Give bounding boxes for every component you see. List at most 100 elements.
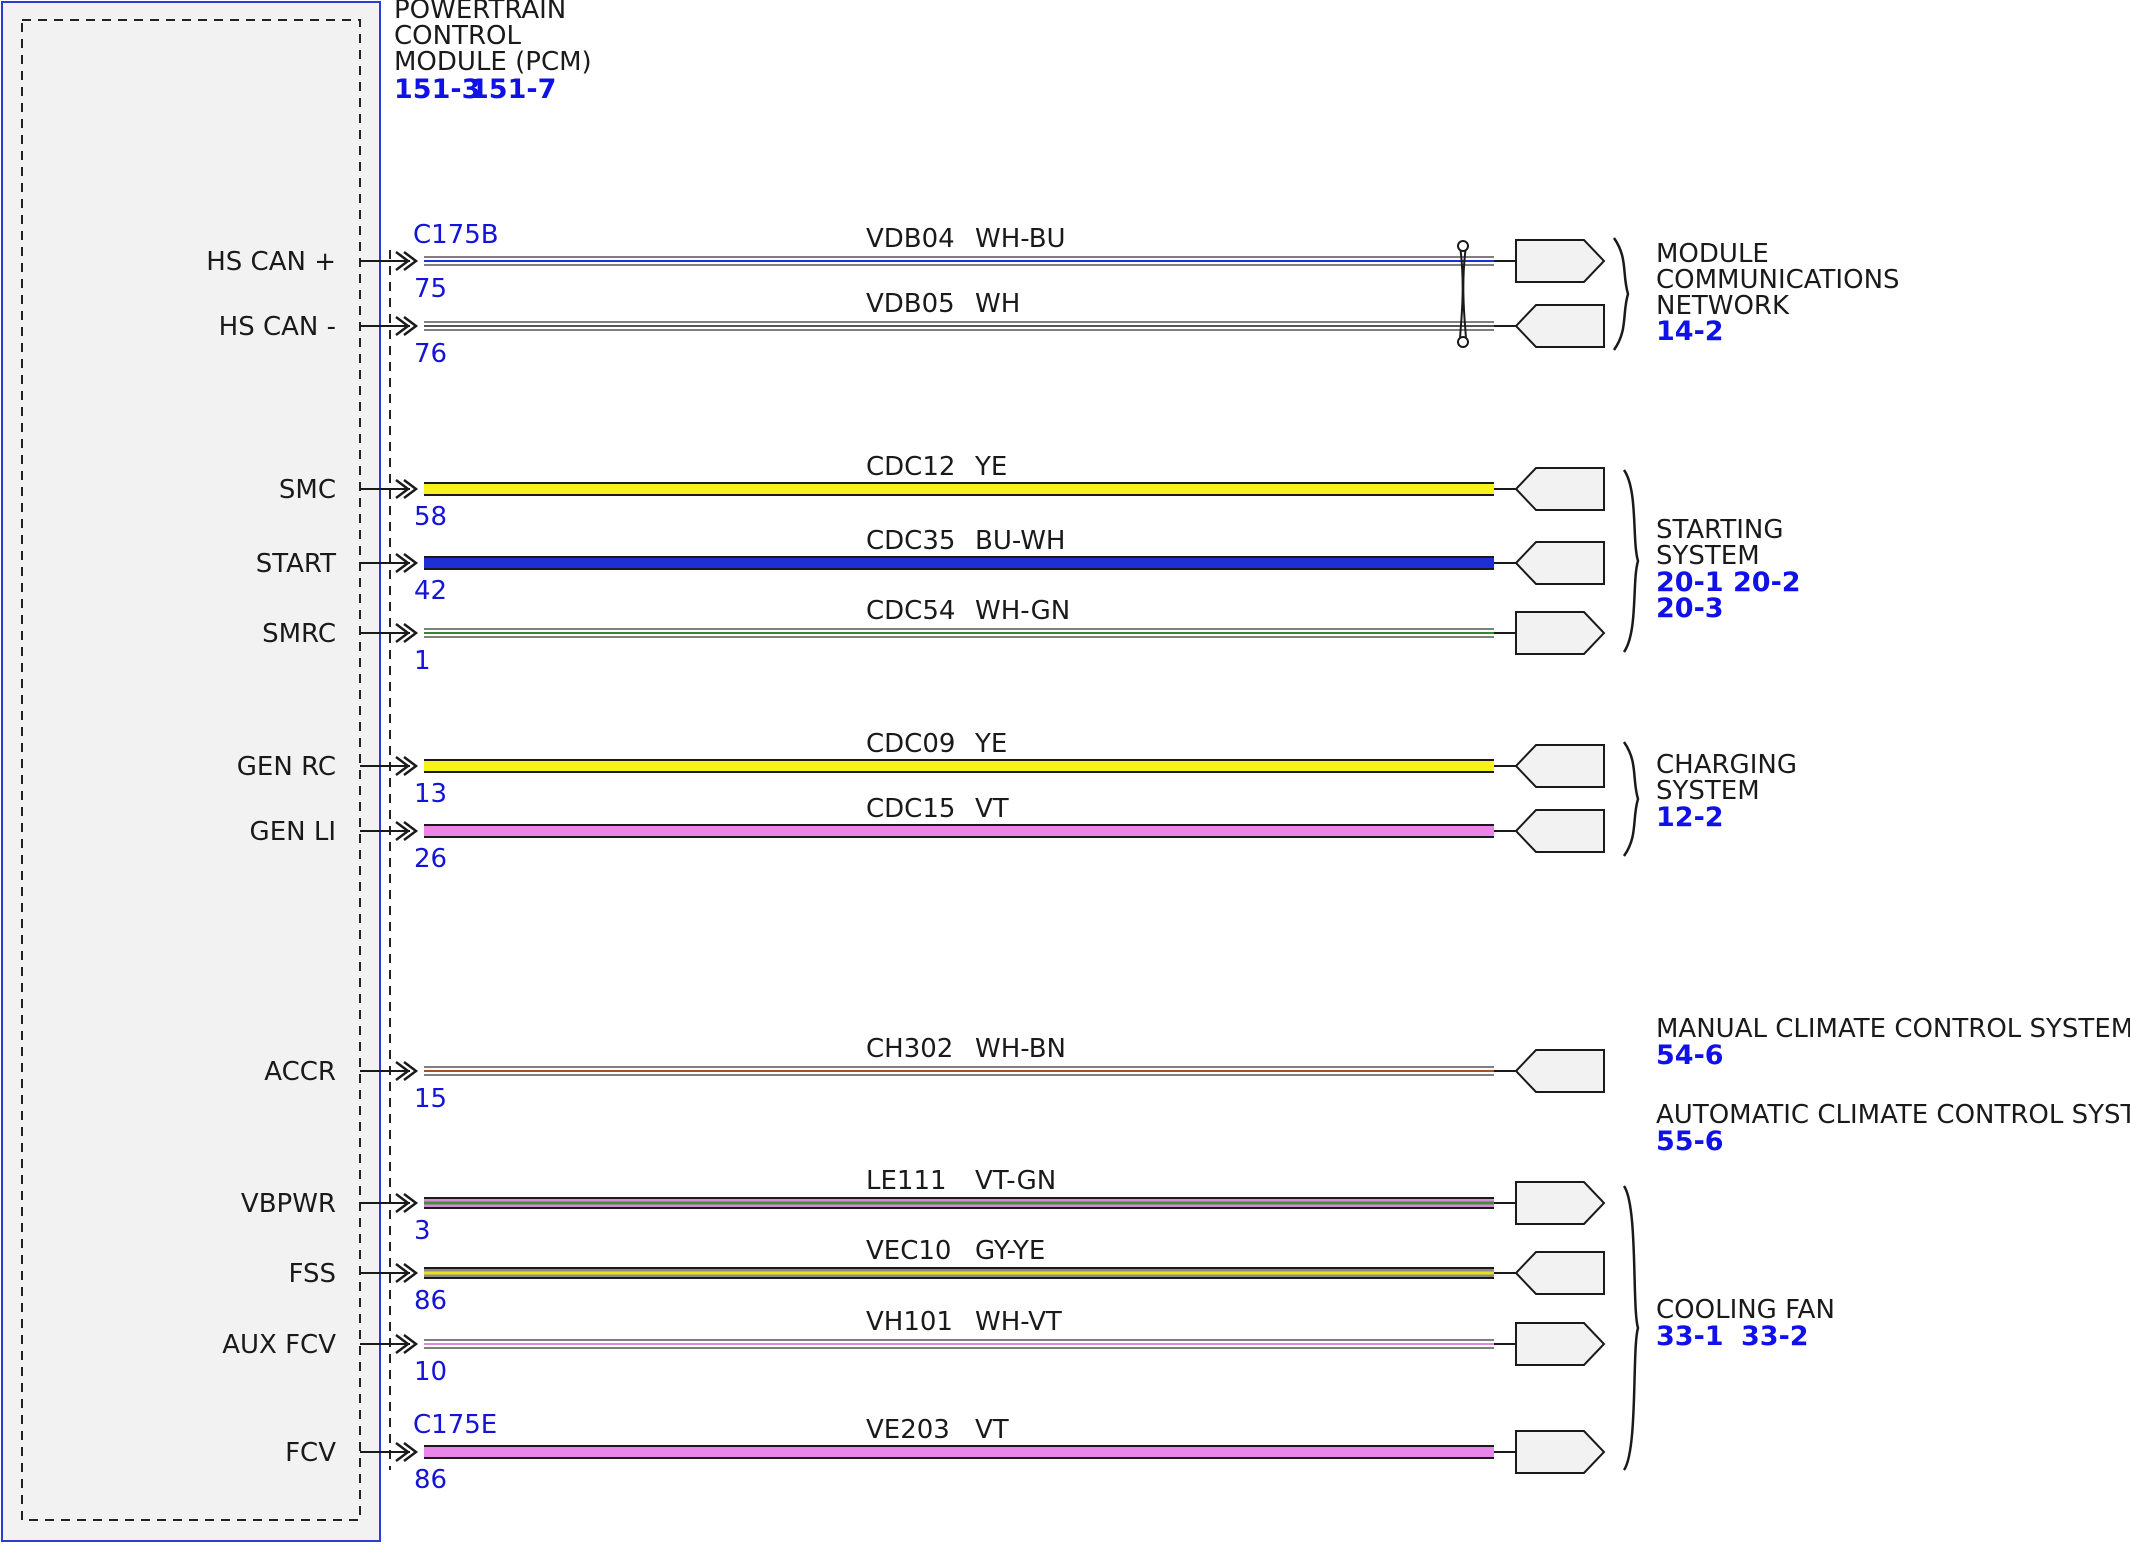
system-starting-ref-2[interactable]: 20-2 (1733, 567, 1801, 598)
pin-label: SMRC (262, 619, 336, 649)
pin-number: 86 (414, 1286, 447, 1316)
pin-number: 10 (414, 1357, 447, 1387)
circuit-code: CH302 (866, 1034, 953, 1064)
pin-label: HS CAN + (206, 247, 336, 277)
pin-label: SMC (279, 475, 336, 505)
system-labels: MODULE COMMUNICATIONS NETWORK 14-2 START… (1656, 239, 2130, 1352)
wire-color-code: VT (975, 794, 1009, 824)
wire-fill (424, 1447, 1494, 1457)
wiring-diagram: POWERTRAIN CONTROL MODULE (PCM) 151-3 15… (0, 0, 2130, 1543)
system-charging-ref[interactable]: 12-2 (1656, 802, 1724, 833)
wire-color-code: YE (974, 729, 1007, 759)
pin-label: GEN LI (250, 817, 336, 847)
system-manual-climate-line-1: MANUAL CLIMATE CONTROL SYSTEM (1656, 1014, 2130, 1044)
circuit-row-vec10: FSS VEC10 GY-YE 86 (288, 1236, 1605, 1316)
wire-color-code: YE (974, 452, 1007, 482)
circuit-code: VDB05 (866, 289, 955, 319)
terminal-arrow-icon[interactable] (1514, 1251, 1605, 1295)
pin-label: HS CAN - (219, 312, 336, 342)
circuit-row-cdc15: GEN LI CDC15 VT 26 (250, 794, 1605, 874)
pin-label: START (256, 549, 336, 579)
pin-number: 15 (414, 1084, 447, 1114)
pin-label: GEN RC (237, 752, 336, 782)
braces-group (1612, 237, 1640, 1471)
brace-icon-charging (1622, 741, 1640, 857)
pin-number: 75 (414, 274, 447, 304)
system-cooling-fan-ref-1[interactable]: 33-1 (1656, 1321, 1724, 1352)
system-auto-climate-ref[interactable]: 55-6 (1656, 1126, 1724, 1157)
circuit-code: CDC35 (866, 526, 955, 556)
terminal-arrow-icon[interactable] (1515, 1430, 1606, 1474)
system-cooling-fan-ref-2[interactable]: 33-2 (1741, 1321, 1809, 1352)
pcm-ref-1[interactable]: 151-3 (394, 74, 480, 105)
circuit-code: CDC15 (866, 794, 955, 824)
system-mcn-ref[interactable]: 14-2 (1656, 316, 1724, 347)
wire-color-code: WH-GN (975, 596, 1070, 626)
pin-label: FCV (285, 1438, 336, 1468)
terminal-arrow-icon[interactable] (1514, 1049, 1605, 1093)
connector-c175e-label: C175E (413, 1410, 497, 1440)
circuit-row-cdc54: SMRC CDC54 WH-GN 1 (262, 596, 1606, 676)
brace-icon-starting (1622, 469, 1640, 653)
circuits-group: HS CAN + VDB04 WH-BU 75 HS CAN - VDB05 WH 76 SMC… (206, 224, 1606, 1495)
circuit-code: CDC54 (866, 596, 955, 626)
wiring-diagram-svg: POWERTRAIN CONTROL MODULE (PCM) 151-3 15… (1, 0, 2130, 1542)
wire-color-code: BU-WH (975, 526, 1065, 556)
pcm-title: POWERTRAIN CONTROL MODULE (PCM) 151-3 15… (394, 0, 592, 105)
wire-color-code: WH-VT (975, 1307, 1062, 1337)
brace-icon-cooling-fan (1622, 1185, 1640, 1471)
circuit-row-cdc12: SMC CDC12 YE 58 (279, 452, 1605, 532)
circuit-code: CDC12 (866, 452, 955, 482)
wire-fill (424, 484, 1494, 494)
pin-label: ACCR (264, 1057, 336, 1087)
wire-color-code: GY-YE (975, 1236, 1045, 1266)
terminal-arrow-icon[interactable] (1515, 239, 1606, 283)
terminal-arrow-icon[interactable] (1514, 809, 1605, 853)
wire-color-code: WH-BU (975, 224, 1066, 254)
wire-color-code: WH-BN (975, 1034, 1066, 1064)
circuit-code: VE203 (866, 1415, 950, 1445)
pin-number: 26 (414, 844, 447, 874)
circuit-code: VDB04 (866, 224, 955, 254)
circuit-row-cdc35: START CDC35 BU-WH 42 (256, 526, 1605, 606)
circuit-row-vh101: AUX FCV VH101 WH-VT 10 (222, 1307, 1606, 1387)
circuit-row-ch302: ACCR CH302 WH-BN 15 (264, 1034, 1605, 1114)
wire-color-code: VT-GN (975, 1166, 1056, 1196)
pin-number: 76 (414, 339, 447, 369)
pcm-ref-2[interactable]: 151-7 (470, 74, 556, 105)
system-auto-climate-line-1: AUTOMATIC CLIMATE CONTROL SYSTEM (1656, 1100, 2130, 1130)
pin-number: 3 (414, 1216, 431, 1246)
circuit-row-le111: VBPWR LE111 VT-GN 3 (241, 1166, 1606, 1246)
circuit-code: VEC10 (866, 1236, 951, 1266)
terminal-arrow-icon[interactable] (1514, 744, 1605, 788)
pin-number: 1 (414, 646, 431, 676)
pin-label: AUX FCV (222, 1330, 336, 1360)
wire-color-code: WH (975, 289, 1020, 319)
circuit-code: VH101 (866, 1307, 953, 1337)
terminal-arrow-icon[interactable] (1515, 1322, 1606, 1366)
pin-label: FSS (288, 1259, 336, 1289)
wire-fill (424, 826, 1494, 836)
system-manual-climate-ref[interactable]: 54-6 (1656, 1040, 1724, 1071)
system-starting-ref-3[interactable]: 20-3 (1656, 593, 1724, 624)
connector-c175b-label: C175B (413, 220, 499, 250)
pin-number: 42 (414, 576, 447, 606)
terminal-arrow-icon[interactable] (1514, 541, 1605, 585)
pcm-title-line-3: MODULE (PCM) (394, 47, 592, 77)
pin-label: VBPWR (241, 1189, 336, 1219)
brace-icon-mcn (1612, 237, 1630, 351)
pin-number: 58 (414, 502, 447, 532)
circuit-code: CDC09 (866, 729, 955, 759)
terminal-arrow-icon[interactable] (1514, 467, 1605, 511)
wire-tracer (424, 561, 1494, 565)
wire-tracer (424, 1201, 1494, 1205)
wire-fill (424, 761, 1494, 771)
circuit-code: LE111 (866, 1166, 947, 1196)
terminal-arrow-icon[interactable] (1515, 611, 1606, 655)
pin-number: 86 (414, 1465, 447, 1495)
wire-tracer (424, 1271, 1494, 1275)
pin-number: 13 (414, 779, 447, 809)
wire-color-code: VT (975, 1415, 1009, 1445)
terminal-arrow-icon[interactable] (1515, 1181, 1606, 1225)
terminal-arrow-icon[interactable] (1514, 304, 1605, 348)
